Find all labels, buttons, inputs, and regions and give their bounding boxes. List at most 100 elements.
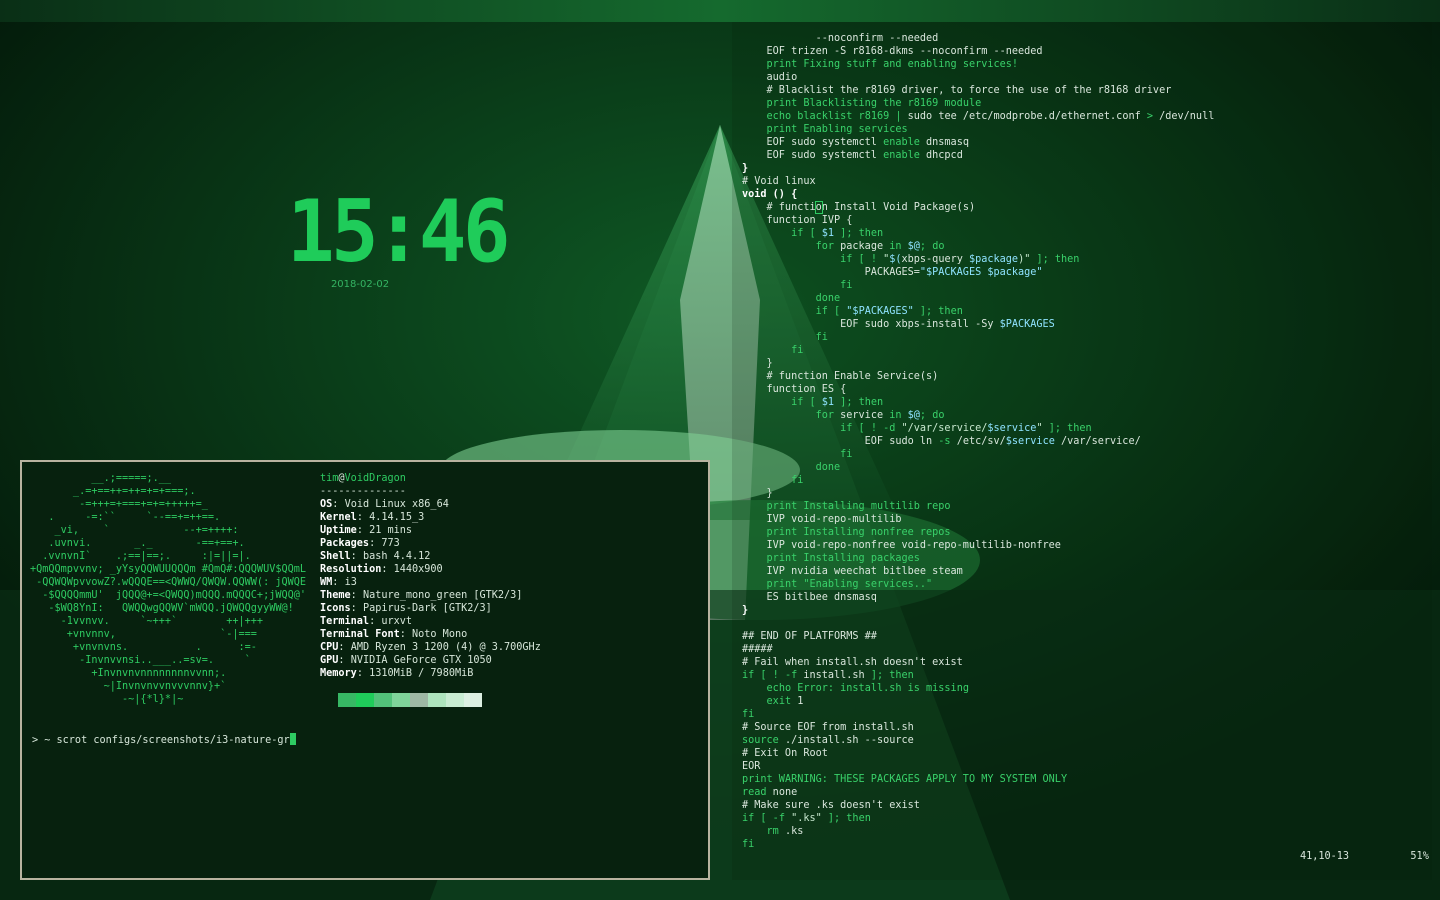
code-token: n Install Void Package(s) [821,202,976,213]
info-value: Papirus-Dark [GTK2/3] [362,603,492,614]
info-colon: : [332,499,345,510]
info-row: Shell: bash 4.4.12 [320,550,541,563]
prompt-command: > ~ scrot configs/screenshots/i3-nature-… [32,735,290,746]
cursor-position: 41,10-13 [1300,851,1350,862]
shell-prompt[interactable]: > ~ scrot configs/screenshots/i3-nature-… [32,733,296,746]
hostname: VoidDragon [344,473,406,484]
code-token: ./install.sh --source [778,735,914,746]
code-token: dnsmasq [919,137,969,148]
code-token: install.sh [803,670,865,681]
code-token: ; do [919,410,945,421]
code-token: enable [883,150,920,161]
code-token: function IVP { [742,215,853,226]
code-line: void () { [742,188,1214,201]
info-value: 4.14.15_3 [369,512,425,523]
info-key: Shell [320,551,351,562]
code-token: blacklist r8169 [791,111,896,122]
code-token: "/var/service/ [901,423,988,434]
code-line: print "Enabling services.." [742,578,1214,591]
info-key: CPU [320,642,339,653]
code-token: ".ks" [791,813,822,824]
code-token: ]; then [834,397,884,408]
code-token: in [889,410,902,421]
code-token: if [815,306,828,317]
code-token: # Exit On Root [742,748,828,759]
ascii-line: -1vvnvv. `~+++` ++|+++ [30,616,264,627]
ascii-line: +vnvnvns. . :=- [30,642,257,653]
ascii-line: -Invnvvnsi..___..=sv=. ` [30,655,251,666]
code-token: Blacklisting the r8169 module [797,98,982,109]
code-line: ##### [742,643,1214,656]
code-token: echo [766,111,792,122]
code-token: -s [938,436,951,447]
code-token: [ ! [852,254,884,265]
editor-window[interactable]: --noconfirm --needed EOF trizen -S r8168… [732,22,1432,880]
code-line: print Installing multilib repo [742,500,1214,513]
ascii-line: +vnvnnv, `-|=== [30,629,257,640]
code-token: print [766,579,798,590]
code-token: fi [840,449,853,460]
code-token: echo [766,683,792,694]
code-token: # Source EOF from install.sh [742,722,914,733]
code-line: if [ $1 ]; then [742,227,1214,240]
code-line: # Make sure .ks doesn't exist [742,799,1214,812]
code-token: /var/service/ [1054,436,1141,447]
ascii-line: +Invnvnvnnnnnnnnvvnn;. [30,668,227,679]
code-token: } [742,358,773,369]
code-line: # Exit On Root [742,747,1214,760]
info-row: Uptime: 21 mins [320,524,541,537]
code-line: fi [742,448,1214,461]
code-token: print [766,527,798,538]
code-token: # function Enable Service(s) [742,371,939,382]
info-colon: : [350,603,363,614]
code-token: read [742,787,767,798]
info-row: GPU: NVIDIA GeForce GTX 1050 [320,654,541,667]
info-key: Terminal [320,616,370,627]
code-token: ES bitlbee dnsmasq [742,592,877,603]
code-token: package [834,241,890,252]
code-line: } [742,604,1214,617]
code-token: Enabling services [797,124,908,135]
code-token: [ [803,228,822,239]
scroll-percent: 51% [1410,851,1429,862]
code-token: service [834,410,890,421]
ascii-line: _.=+==++=++=+=+===;. [30,486,196,497]
code-line: IVP void-repo-nonfree void-repo-multilib… [742,539,1214,552]
ascii-line: -$QQQQmmU' jQQQ@+=<QWQQ)mQQQ.mQQQC+;jWQQ… [30,590,307,601]
code-line: for package in $@; do [742,240,1214,253]
code-line: fi [742,474,1214,487]
code-token: void () { [742,189,798,200]
code-token: $package [968,254,1019,265]
color-swatch [356,693,374,707]
terminal-window[interactable]: __.;=====;.__ _.=+==++=++=+=+===;. -=+++… [20,460,710,880]
code-view[interactable]: --noconfirm --needed EOF trizen -S r8168… [742,32,1214,851]
code-line: function ES { [742,383,1214,396]
code-token: } [742,605,749,616]
code-line: EOF sudo ln -s /etc/sv/$service /var/ser… [742,435,1214,448]
code-token: ]; then [1030,254,1080,265]
code-line: EOF sudo systemctl enable dnsmasq [742,136,1214,149]
code-line: EOF sudo systemctl enable dhcpcd [742,149,1214,162]
ascii-line: . -=:`` `--==+=++==. [30,512,221,523]
info-colon: : [399,629,413,640]
ascii-line: +QmQQmpvvnv; _yYsyQQWUUQQQm #QmQ#:QQQWUV… [30,564,307,575]
color-swatch [374,693,392,707]
color-swatch [428,693,446,707]
ascii-line: .uvnvi. _._ -==+==+. [30,538,245,549]
code-line: exit 1 [742,695,1214,708]
code-token: } [742,163,749,174]
code-token: [ [803,397,822,408]
code-token: ; do [919,241,945,252]
code-token: [ ! -f [754,670,804,681]
code-line: print Fixing stuff and enabling services… [742,58,1214,71]
code-line: } [742,357,1214,370]
